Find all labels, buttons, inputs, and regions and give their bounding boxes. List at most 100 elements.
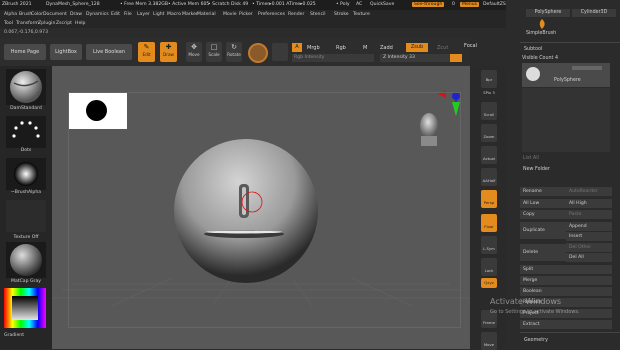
frame-label: Frame	[483, 320, 495, 325]
a-toggle[interactable]: A	[292, 43, 302, 52]
menu-file[interactable]: File	[124, 12, 132, 17]
subtool-icons[interactable]	[572, 66, 602, 70]
zadd-toggle[interactable]: Zadd	[380, 45, 393, 51]
menu-stroke[interactable]: Stroke	[334, 12, 349, 17]
quicksave-button[interactable]: QuickSave	[370, 2, 394, 7]
menu-marker[interactable]: Marker	[182, 12, 198, 17]
left-shelf: DamStandard Dots ~BrushAlpha Texture Off…	[0, 66, 52, 349]
menu-picker[interactable]: Picker	[239, 12, 253, 17]
see-through-slider[interactable]: See-through	[412, 2, 445, 7]
autoreorder-button[interactable]: AutoReorder	[566, 187, 612, 196]
ac-toggle[interactable]: AC	[356, 2, 362, 7]
scroll-button[interactable]: Scroll	[481, 102, 497, 120]
draw-button[interactable]: ✚ Draw	[160, 42, 177, 62]
material-swatch[interactable]	[248, 43, 268, 63]
color-picker[interactable]	[4, 288, 46, 328]
zsub-toggle[interactable]: Zsub	[406, 43, 428, 52]
poly-count: • Poly	[336, 2, 350, 7]
lsym-label: L.Sym	[483, 246, 495, 251]
copy-button[interactable]: Copy	[520, 210, 566, 219]
floor-button[interactable]: Floor	[481, 214, 497, 232]
duplicate-button[interactable]: Duplicate	[520, 222, 566, 239]
all-low-button[interactable]: All Low	[520, 199, 566, 208]
menu-render[interactable]: Render	[288, 12, 304, 17]
brush-thumbnail[interactable]	[6, 69, 46, 105]
new-folder-button[interactable]: New Folder	[523, 167, 550, 172]
rgb-toggle[interactable]: Rgb	[336, 45, 346, 51]
polysphere-tab[interactable]: PolySphere	[526, 9, 570, 17]
menu-movie[interactable]: Movie	[223, 12, 237, 17]
cylinder3d-tab[interactable]: Cylinder3D	[572, 9, 616, 17]
menu-light[interactable]: Light	[153, 12, 164, 17]
menu-draw[interactable]: Draw	[70, 12, 82, 17]
actual-button[interactable]: Actual	[481, 146, 497, 164]
home-page-button[interactable]: Home Page	[4, 44, 46, 60]
menus-toggle[interactable]: Menus	[460, 2, 480, 7]
merge-button[interactable]: Merge	[520, 276, 612, 285]
simplebrush-icon[interactable]	[536, 18, 548, 30]
see-through-value: 0	[452, 2, 455, 7]
geometry-header[interactable]: Geometry	[524, 338, 548, 343]
scale-button[interactable]: □ Scale	[206, 42, 222, 62]
list-all-button[interactable]: List All	[523, 156, 539, 161]
lock-button[interactable]: Lock	[481, 258, 497, 276]
delete-button[interactable]: Delete	[520, 244, 566, 261]
menu-zplugin[interactable]: Zplugin	[38, 21, 55, 26]
menu-edit[interactable]: Edit	[111, 12, 120, 17]
aahalf-button[interactable]: AAHalf	[481, 168, 497, 186]
extract-button[interactable]: Extract	[520, 320, 612, 329]
del-all-button[interactable]: Del All	[566, 253, 612, 262]
menu-transform[interactable]: Transform	[16, 21, 39, 26]
focal-label[interactable]: Focal	[464, 43, 477, 49]
color-swatch[interactable]	[272, 43, 288, 61]
menu-zscript[interactable]: Zscript	[56, 21, 72, 26]
move-button[interactable]: ✥ Move	[186, 42, 202, 62]
menu-document[interactable]: Document	[43, 12, 67, 17]
brush-label: DamStandard	[10, 106, 42, 111]
lsym-button[interactable]: L.Sym	[481, 236, 497, 254]
alpha-thumbnail[interactable]	[6, 158, 46, 190]
persp-button[interactable]: Persp	[481, 190, 497, 208]
subtool-header[interactable]: Subtool	[524, 47, 542, 52]
append-button[interactable]: Append	[566, 222, 612, 231]
all-high-button[interactable]: All High	[566, 199, 612, 208]
rename-button[interactable]: Rename	[520, 187, 566, 196]
m-toggle[interactable]: M	[363, 45, 367, 51]
rgb-intensity-slider[interactable]: Rgb Intensity	[292, 54, 374, 62]
edit-button[interactable]: ✎ Edit	[138, 42, 155, 62]
menu-stencil[interactable]: Stencil	[310, 12, 326, 17]
z-intensity-slider[interactable]: Z Intensity 33	[380, 54, 450, 62]
menu-help[interactable]: Help	[75, 21, 85, 26]
qxyz-button[interactable]: Qxyz	[481, 278, 497, 288]
subtool-item-polysphere[interactable]: PolySphere	[522, 63, 610, 87]
zcut-toggle[interactable]: Zcut	[437, 45, 448, 51]
paste-button[interactable]: Paste	[566, 210, 612, 219]
mrgb-toggle[interactable]: Mrgb	[307, 45, 320, 51]
boolean-button[interactable]: Boolean	[520, 287, 612, 296]
spix-slider[interactable]: SPix 3	[481, 90, 497, 99]
zoom-button[interactable]: Zoom	[481, 124, 497, 142]
material-thumbnail[interactable]	[6, 242, 46, 278]
rotate-button[interactable]: ↻ Rotate	[226, 42, 242, 62]
stroke-thumbnail[interactable]	[6, 116, 46, 148]
lightbox-button[interactable]: LightBox	[50, 44, 82, 60]
polysphere-thumb-icon	[526, 67, 540, 81]
menu-preferences[interactable]: Preferences	[258, 12, 285, 17]
bpr-button[interactable]: Bpr	[481, 70, 497, 88]
menu-texture[interactable]: Texture	[353, 12, 370, 17]
bpr-label: Bpr	[485, 77, 493, 82]
move-view-button[interactable]: Move	[481, 332, 497, 350]
insert-button[interactable]: Insert	[566, 232, 612, 241]
menu-color[interactable]: Color	[31, 12, 43, 17]
visible-count: Visible Count 4	[522, 56, 559, 61]
menu-alpha[interactable]: Alpha	[4, 12, 17, 17]
menu-dynamics[interactable]: Dynamics	[86, 12, 109, 17]
menu-macro[interactable]: Macro	[167, 12, 181, 17]
split-button[interactable]: Split	[520, 265, 612, 274]
live-boolean-button[interactable]: Live Boolean	[86, 44, 132, 60]
texture-thumbnail[interactable]	[6, 200, 46, 232]
menu-material[interactable]: Material	[197, 12, 216, 17]
menu-layer[interactable]: Layer	[137, 12, 150, 17]
menu-tool[interactable]: Tool	[4, 21, 13, 26]
del-other-button[interactable]: Del Other	[566, 243, 612, 252]
